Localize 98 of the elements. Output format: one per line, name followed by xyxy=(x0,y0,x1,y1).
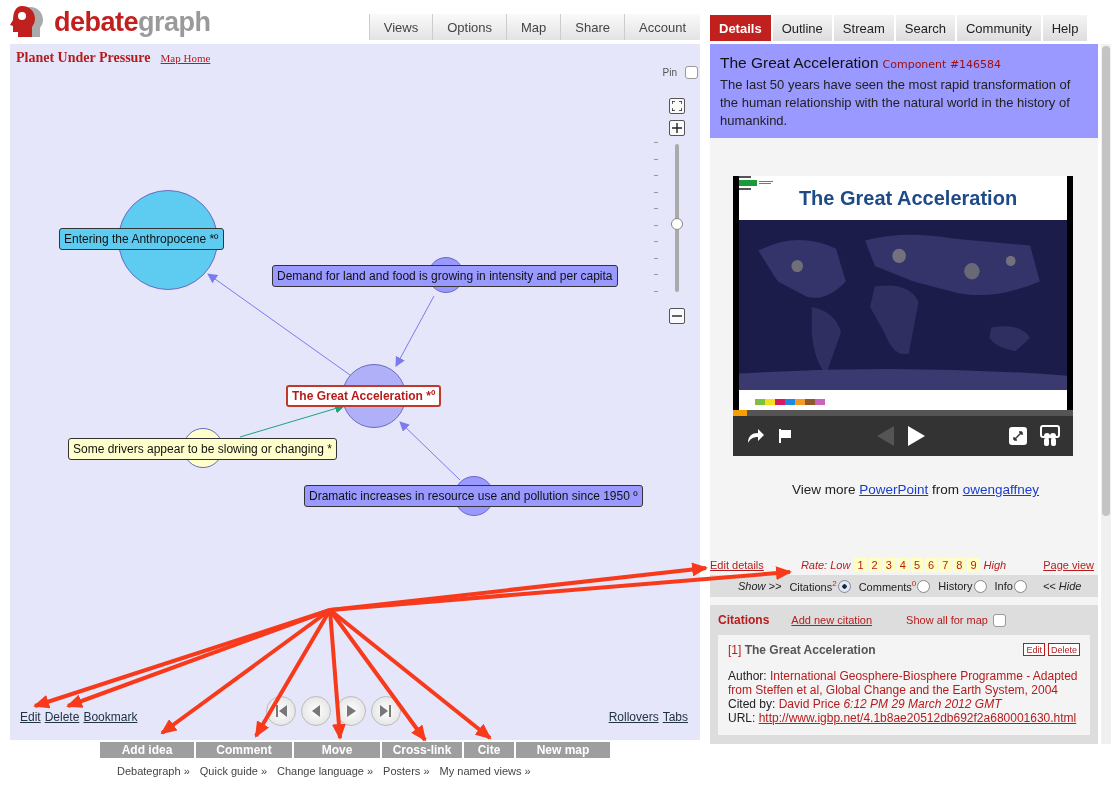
menu-tab[interactable]: Options xyxy=(432,14,506,40)
option-label: Comments$^{0}$ xyxy=(858,579,917,593)
panel-tab[interactable]: Help xyxy=(1042,15,1088,41)
view-link[interactable]: Tabs xyxy=(662,710,688,724)
zoom-out-button[interactable] xyxy=(669,308,685,324)
hide-link[interactable]: << Hide xyxy=(1042,580,1082,592)
connector-arrow xyxy=(395,295,435,367)
scrollbar-thumb[interactable] xyxy=(1102,46,1110,516)
node-label[interactable]: Dramatic increases in resource use and pollution since 1950 º xyxy=(304,485,643,507)
fullscreen-icon[interactable] xyxy=(1009,427,1027,445)
map-link[interactable]: Delete xyxy=(44,710,80,724)
slide-title: The Great Acceleration xyxy=(798,186,1018,210)
footer-link[interactable]: My named views » xyxy=(439,765,531,777)
citation-cited-by: Cited by: David Price 6:12 PM 29 March 2012 GMT xyxy=(728,697,1004,711)
rate-high-label: High xyxy=(983,559,1007,571)
menu-tab[interactable]: Views xyxy=(368,14,433,40)
embed-caption: View more PowerPoint from owengaffney xyxy=(790,482,1041,497)
option-radio[interactable] xyxy=(973,579,987,593)
panel-tab[interactable]: Details xyxy=(710,15,771,41)
show-all-checkbox[interactable] xyxy=(993,613,1006,627)
logo-text: debate xyxy=(54,6,139,38)
rating-option[interactable]: 5 xyxy=(910,558,924,572)
node-label[interactable]: The Great Acceleration *º xyxy=(286,385,442,407)
map-title: Planet Under Pressure xyxy=(16,50,151,66)
rating-option[interactable]: 7 xyxy=(939,558,952,572)
fit-screen-button[interactable] xyxy=(669,98,685,114)
node-label[interactable]: Entering the Anthropocene *º xyxy=(59,228,224,250)
option-label: Info xyxy=(994,580,1013,592)
map-link[interactable]: Bookmark xyxy=(83,710,138,724)
panel-tab[interactable]: Community xyxy=(956,15,1041,41)
node-title: The Great Acceleration xyxy=(720,54,879,71)
rating-option[interactable]: 8 xyxy=(953,558,966,572)
fit-icon xyxy=(672,101,682,111)
rating-option[interactable]: 6 xyxy=(925,558,938,572)
menu-tab[interactable]: Share xyxy=(560,14,624,40)
previous-button[interactable] xyxy=(300,696,331,726)
slider-thumb[interactable] xyxy=(671,218,683,231)
scrollbar[interactable] xyxy=(1101,44,1111,744)
map-link[interactable]: Edit xyxy=(20,710,41,724)
slide-progress[interactable] xyxy=(733,410,1073,416)
rate-label: Rate: Low xyxy=(800,559,851,571)
flag-icon[interactable] xyxy=(777,428,793,444)
citations-title: Citations xyxy=(718,613,770,627)
add-citation-link[interactable]: Add new citation xyxy=(791,614,873,626)
option-label: History xyxy=(938,580,973,592)
map-node[interactable]: Demand for land and food is growing in intensity and per capita xyxy=(272,257,652,293)
option-radio[interactable] xyxy=(1013,579,1027,593)
color-strip-icon xyxy=(755,399,825,405)
map-node[interactable]: The Great Acceleration *º xyxy=(286,364,496,428)
author-link[interactable]: owengaffney xyxy=(962,482,1040,497)
panel-tab[interactable]: Search xyxy=(895,15,955,41)
panel-tab[interactable]: Outline xyxy=(772,15,832,41)
footer-link[interactable]: Change language » xyxy=(277,765,374,777)
url-label: URL: xyxy=(728,711,756,725)
map-home-link[interactable]: Map Home xyxy=(160,52,211,64)
next-icon[interactable] xyxy=(907,426,925,446)
skip-start-icon xyxy=(273,704,288,718)
option-radio[interactable] xyxy=(837,579,851,593)
connector-arrow xyxy=(399,421,461,481)
edit-details-link[interactable]: Edit details xyxy=(710,559,764,571)
zoom-in-button[interactable] xyxy=(669,120,685,136)
footer-link[interactable]: Posters » xyxy=(383,765,430,777)
node-description: The last 50 years have seen the most rapid transformation of the human relationship with the natural world in the history of humankind. xyxy=(720,76,1072,130)
map-node[interactable]: Some drivers appear to be slowing or changing * xyxy=(68,428,368,468)
menu-tab[interactable]: Map xyxy=(506,14,561,40)
option-label: Citations$^{2}$ xyxy=(789,579,837,593)
rating-option[interactable]: 2 xyxy=(868,558,881,572)
last-button[interactable] xyxy=(370,696,401,726)
panel-tab[interactable]: Stream xyxy=(833,15,894,41)
citation-url-link[interactable]: http://www.igbp.net/4.1b8ae20512db692f2a680001630.html xyxy=(758,711,1077,725)
show-all-label: Show all for map xyxy=(906,614,988,626)
pin-label: Pin xyxy=(662,67,677,78)
view-link[interactable]: Rollovers xyxy=(608,710,659,724)
node-label[interactable]: Some drivers appear to be slowing or changing * xyxy=(68,438,337,460)
citation-title: [1] The Great Acceleration xyxy=(728,643,876,657)
logo-text: graph xyxy=(138,6,211,38)
pin-checkbox[interactable] xyxy=(685,66,698,79)
footer-link[interactable]: Quick guide » xyxy=(199,765,268,777)
menu-tab[interactable]: Account xyxy=(624,14,700,40)
node-label[interactable]: Demand for land and food is growing in intensity and per capita xyxy=(272,265,618,287)
plus-icon xyxy=(672,123,682,133)
citation-button[interactable]: Delete xyxy=(1048,643,1080,656)
share-arrow-icon[interactable] xyxy=(747,428,765,444)
slides-icon[interactable] xyxy=(1039,425,1061,447)
rating-option[interactable]: 3 xyxy=(882,558,895,572)
citation-author: Author: International Geosphere-Biosphere Programme - Adapted from Steffen et al, Global Change and the Earth System, 2004 xyxy=(728,669,1079,697)
page-view-link[interactable]: Page view xyxy=(1043,559,1094,571)
show-label: Show >> xyxy=(738,580,782,592)
rating-option[interactable]: 1 xyxy=(854,558,867,572)
rating-option[interactable]: 4 xyxy=(896,558,909,572)
rating-option[interactable]: 9 xyxy=(967,558,980,572)
citation-button[interactable]: Edit xyxy=(1023,643,1045,656)
component-id: Component #146584 xyxy=(882,58,1002,71)
powerpoint-link[interactable]: PowerPoint xyxy=(859,482,929,497)
skip-end-icon xyxy=(378,704,393,718)
option-radio[interactable] xyxy=(917,579,931,593)
footer-link[interactable]: Debategraph » xyxy=(117,765,190,777)
map-node[interactable]: Dramatic increases in resource use and pollution since 1950 º xyxy=(304,476,674,516)
